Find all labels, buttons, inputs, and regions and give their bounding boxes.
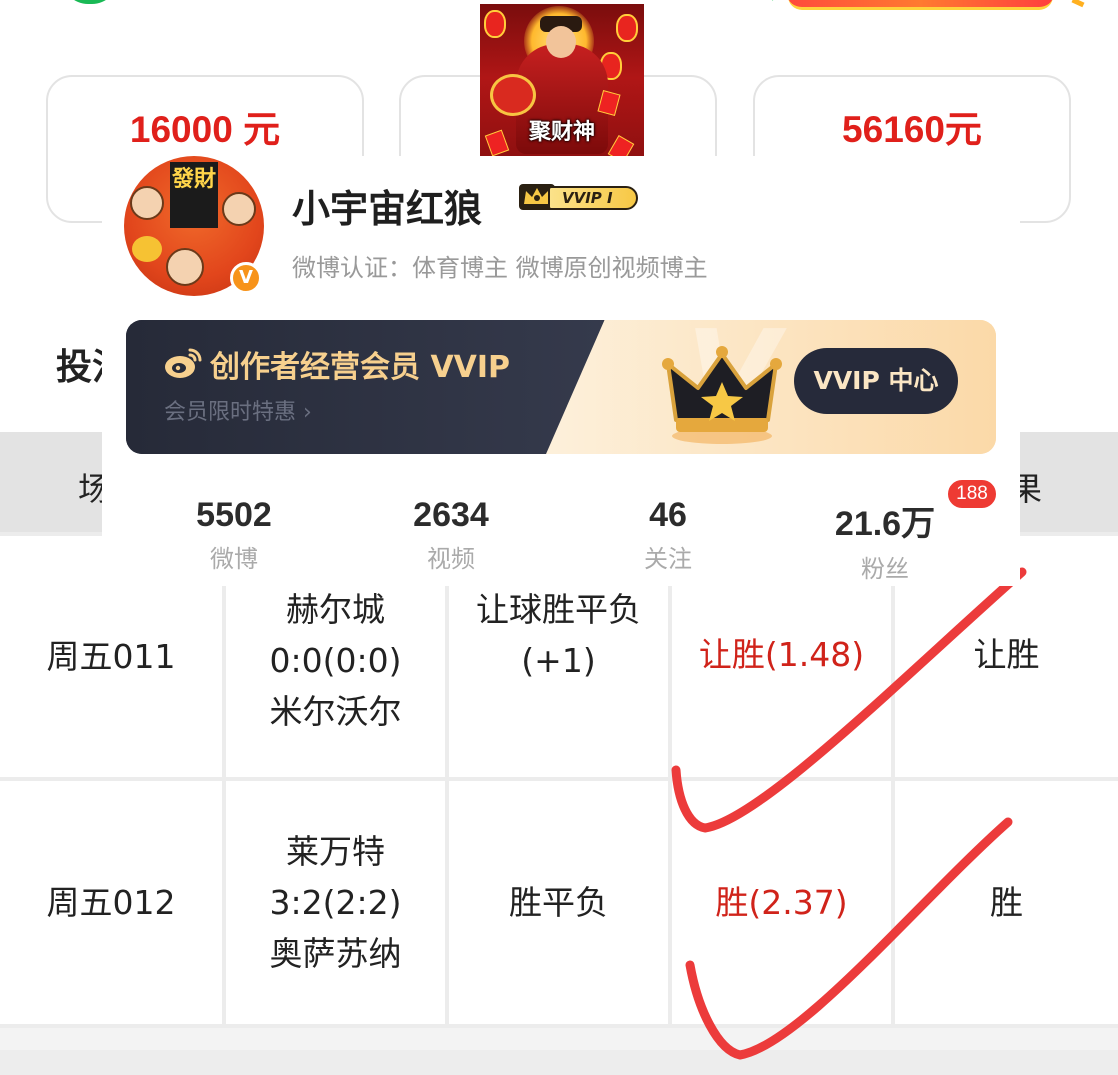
away-team: 米尔沃尔 — [269, 692, 402, 731]
match-no: 周五012 — [46, 883, 176, 922]
vvip-banner-title: 创作者经营会员 VVIP — [210, 350, 511, 385]
stat-label: 视频 — [427, 545, 475, 573]
result: 胜 — [990, 883, 1023, 922]
play-type: 让球胜平负 — [476, 589, 641, 629]
home-team: 赫尔城 — [286, 590, 385, 629]
table-cell-play: 胜平负 — [449, 781, 668, 1024]
stat-fans[interactable]: 21.6万 粉丝 — [785, 496, 985, 584]
profile-stats: 5502 微博 2634 视频 46 关注 21.6万 粉丝 188 — [102, 474, 1020, 586]
vvip-level-badge[interactable]: VVIP I — [516, 180, 640, 214]
vvip-center-button[interactable]: VVIP 中心 — [794, 348, 958, 414]
stat-value: 46 — [649, 496, 687, 534]
profile-popup: 發財 V 小宇宙红狼 VVIP I 微博认证：体育博主 微博原创视频博主 V 创… — [102, 156, 1020, 586]
thumbnail-caption: 聚财神 — [528, 120, 595, 145]
play-extra: (+1) — [521, 640, 596, 680]
vvip-level-text: VVIP I — [548, 186, 638, 210]
away-team: 奥萨苏纳 — [269, 934, 402, 973]
promo-thumbnail[interactable]: 聚财神 — [480, 4, 644, 168]
fans-notification-badge: 188 — [946, 478, 998, 510]
profile-nickname[interactable]: 小宇宙红狼 — [292, 178, 482, 233]
verified-icon: V — [230, 262, 262, 294]
table-cell-teams: 莱万特 3:2(2:2) 奥萨苏纳 — [226, 781, 445, 1024]
score: 3:2(2:2) — [269, 883, 402, 922]
stat-value: 5502 — [196, 496, 272, 534]
bottom-divider — [0, 1050, 1118, 1075]
amount-value-left: 16000 元 — [129, 109, 281, 150]
festive-banner — [769, 0, 1085, 14]
weibo-logo-icon — [165, 348, 202, 378]
stat-value: 2634 — [413, 496, 489, 534]
home-team: 莱万特 — [286, 832, 385, 871]
table-cell-pick: 胜(2.37) — [672, 781, 891, 1024]
table-cell-match-no: 周五012 — [0, 781, 222, 1024]
vvip-banner[interactable]: V 创作者经营会员 VVIP 会员限时特惠 › VVIP 中心 — [126, 320, 996, 454]
avatar-banner-text: 發財 — [170, 162, 218, 228]
stat-label: 关注 — [644, 545, 692, 573]
stat-videos[interactable]: 2634 视频 — [351, 496, 551, 574]
vvip-crown-icon — [662, 346, 782, 444]
result: 让胜 — [973, 635, 1040, 674]
pick: 胜(2.37) — [715, 883, 848, 922]
match-no: 周五011 — [46, 637, 176, 676]
table-cell-result: 胜 — [895, 781, 1118, 1024]
score: 0:0(0:0) — [269, 641, 402, 680]
top-green-decoration — [62, 0, 118, 4]
stat-weibo[interactable]: 5502 微博 — [134, 496, 334, 574]
vvip-banner-subtitle: 会员限时特惠 › — [164, 400, 312, 425]
stat-label: 微博 — [210, 545, 258, 573]
play-type: 胜平负 — [509, 883, 608, 922]
verification-text: 微博认证：体育博主 微博原创视频博主 — [292, 254, 708, 282]
stat-label: 粉丝 — [861, 555, 909, 583]
stat-following[interactable]: 46 关注 — [568, 496, 768, 574]
pick: 让胜(1.48) — [698, 635, 865, 674]
amount-value-right: 56160元 — [842, 109, 982, 150]
